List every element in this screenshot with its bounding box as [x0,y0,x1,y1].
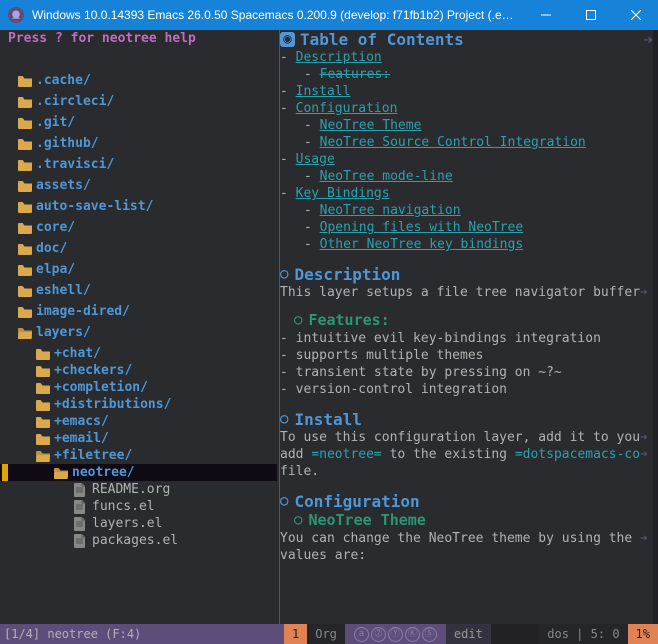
folder-icon [18,117,32,129]
folder-icon [18,201,32,213]
list-item: - intuitive evil key-bindings integratio… [280,330,653,347]
tree-item[interactable]: layers/ [0,324,277,341]
document-panel[interactable]: ◉Table of Contents➔- Description- Featur… [280,30,653,624]
toc-link[interactable]: - Opening files with NeoTree [280,219,653,236]
folder-icon [18,327,32,339]
folder-icon [18,243,32,255]
toc-link[interactable]: - Other NeoTree key bindings [280,236,653,253]
modeline-left: [1/4] neotree (F:4) [0,624,284,644]
tree-item[interactable]: image-dired/ [0,303,277,320]
modeline-minor-modes: a➆ⓎⓀⓈ [345,624,446,644]
folder-icon [18,75,32,87]
folder-icon [18,306,32,318]
folder-icon [54,467,68,479]
body-text: values are: [280,547,653,564]
folder-icon [36,382,50,394]
folder-icon [18,285,32,297]
toc-link[interactable]: - NeoTree mode-line [280,168,653,185]
folder-icon [36,399,50,411]
body-text: To use this configuration layer, add it … [280,429,653,446]
toc-link[interactable]: - Features: [280,66,653,83]
body-text: file. [280,463,653,480]
minimize-button[interactable] [523,0,568,30]
tree-item[interactable]: .cache/ [0,72,277,89]
close-button[interactable] [613,0,658,30]
body-text: You can change the NeoTree theme by usin… [280,530,653,547]
folder-icon [36,365,50,377]
toc-link[interactable]: - Usage [280,151,653,168]
folder-icon [18,180,32,192]
tree-item[interactable]: .circleci/ [0,93,277,110]
toc-link[interactable]: - Description [280,49,653,66]
maximize-button[interactable] [568,0,613,30]
tree-item[interactable]: .git/ [0,114,277,131]
neotree-panel[interactable]: Press ? for neotree help .cache/ .circleci… [0,30,280,624]
toc-heading: ◉Table of Contents➔ [280,30,653,49]
toc-link[interactable]: - Key Bindings [280,185,653,202]
list-item: - supports multiple themes [280,347,653,364]
right-gutter [653,30,658,624]
file-icon [74,483,86,497]
toc-link[interactable]: - NeoTree Source Control Integration [280,134,653,151]
tree-item[interactable]: elpa/ [0,261,277,278]
subsection-heading: ○NeoTree Theme [280,511,653,530]
tree-item[interactable]: assets/ [0,177,277,194]
tree-item[interactable]: +completion/ [0,379,277,396]
modeline-percent: 1% [628,624,658,644]
list-item: - version-control integration [280,381,653,398]
toc-link[interactable]: - Configuration [280,100,653,117]
tree-item[interactable]: funcs.el [0,498,277,515]
section-heading: ○Configuration [280,492,653,511]
neotree-help-text: Press ? for neotree help [8,31,196,46]
subsection-heading: ○Features: [280,311,653,330]
body-text: add =neotree= to the existing =dotspacem… [280,446,653,463]
window-titlebar: Windows 10.0.14393 Emacs 26.0.50 Spacema… [0,0,658,30]
file-icon [74,534,86,548]
file-icon [74,500,86,514]
folder-icon [18,96,32,108]
tree-item[interactable]: README.org [0,481,277,498]
tree-item[interactable]: doc/ [0,240,277,257]
folder-icon [36,348,50,360]
list-item: - transient state by pressing on ~?~ [280,364,653,381]
modeline: [1/4] neotree (F:4) 1 Org a➆ⓎⓀⓈ edit dos… [0,624,658,644]
tree-item[interactable]: core/ [0,219,277,236]
tree-item[interactable]: layers.el [0,515,277,532]
tree-item[interactable]: +filetree/ [0,447,277,464]
toc-link[interactable]: - Install [280,83,653,100]
folder-icon [36,450,50,462]
folder-icon [18,159,32,171]
toc-link[interactable]: - NeoTree navigation [280,202,653,219]
tree-item[interactable]: neotree/ [0,464,277,481]
modeline-encoding: dos | 5: 0 [539,624,627,644]
tree-item[interactable]: +emacs/ [0,413,277,430]
section-heading: ○Description [280,265,653,284]
file-icon [74,517,86,531]
modeline-major-mode: Org [307,624,345,644]
tree-item[interactable]: +chat/ [0,345,277,362]
window-title: Windows 10.0.14393 Emacs 26.0.50 Spacema… [32,8,523,22]
body-text: This layer setups a file tree navigator … [280,284,653,301]
folder-icon [36,433,50,445]
folder-icon [18,264,32,276]
modeline-window-number: 1 [284,624,307,644]
tree-item[interactable]: .travisci/ [0,156,277,173]
tree-item[interactable]: +checkers/ [0,362,277,379]
tree-item[interactable]: +email/ [0,430,277,447]
folder-icon [18,222,32,234]
app-icon [8,7,24,23]
toc-link[interactable]: - NeoTree Theme [280,117,653,134]
folder-icon [36,416,50,428]
section-heading: ○Install [280,410,653,429]
folder-icon [18,138,32,150]
tree-item[interactable]: eshell/ [0,282,277,299]
tree-item[interactable]: .github/ [0,135,277,152]
tree-item[interactable]: +distributions/ [0,396,277,413]
tree-item[interactable]: packages.el [0,532,277,549]
modeline-edit: edit [446,624,491,644]
tree-item[interactable]: auto-save-list/ [0,198,277,215]
